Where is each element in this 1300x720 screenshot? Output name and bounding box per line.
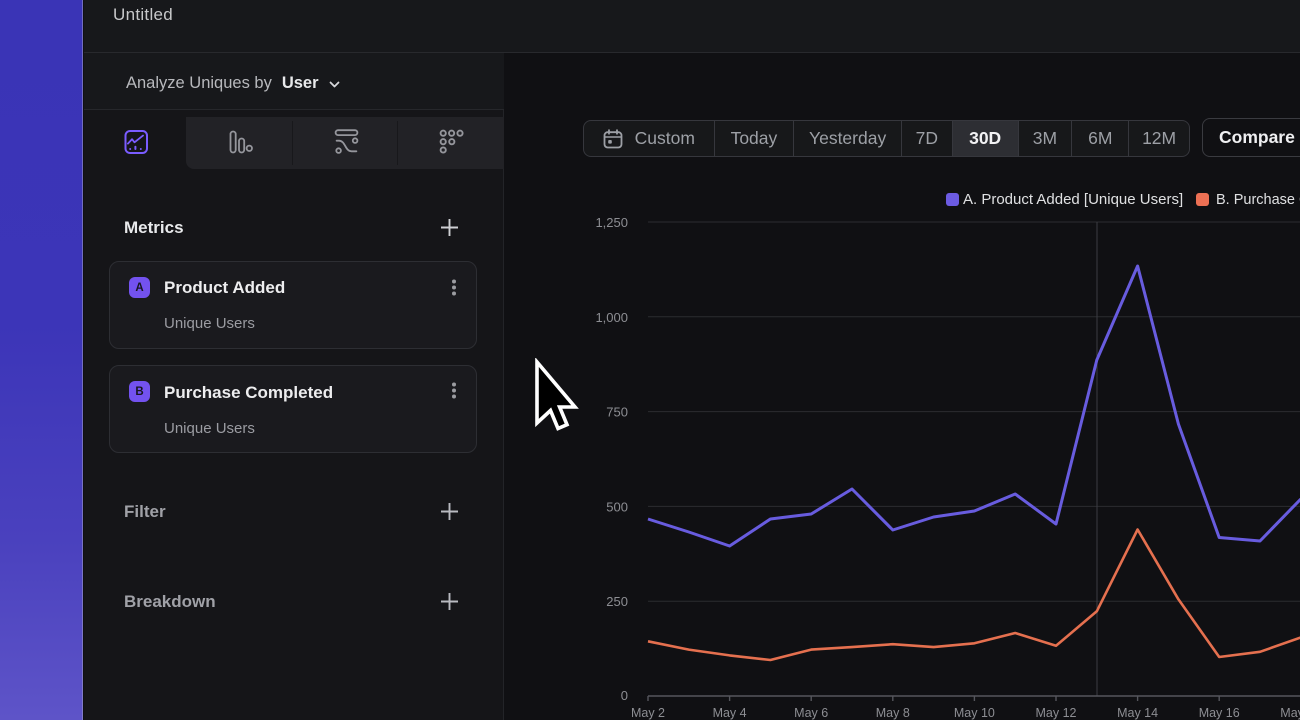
svg-text:1,000: 1,000 [595, 310, 628, 325]
svg-text:May 14: May 14 [1117, 706, 1158, 720]
svg-text:500: 500 [606, 499, 628, 514]
svg-text:May 6: May 6 [794, 706, 828, 720]
svg-text:750: 750 [606, 405, 628, 420]
svg-text:May 18: May 18 [1280, 706, 1300, 720]
svg-text:May 12: May 12 [1036, 706, 1077, 720]
svg-text:1,250: 1,250 [595, 215, 628, 230]
svg-text:May 2: May 2 [631, 706, 665, 720]
svg-text:May 4: May 4 [713, 706, 747, 720]
svg-text:May 16: May 16 [1199, 706, 1240, 720]
svg-text:0: 0 [621, 688, 628, 703]
svg-text:250: 250 [606, 594, 628, 609]
svg-text:May 8: May 8 [876, 706, 910, 720]
svg-text:May 10: May 10 [954, 706, 995, 720]
